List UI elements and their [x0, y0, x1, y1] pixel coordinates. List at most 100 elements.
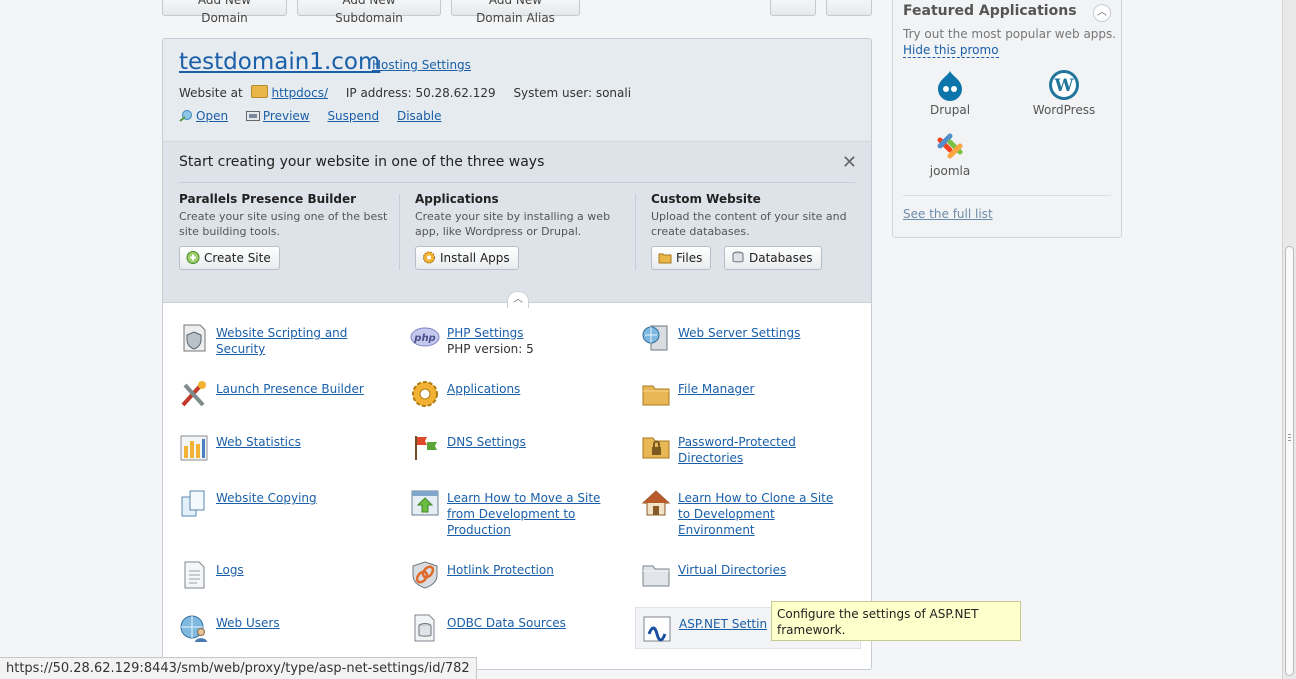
hide-promo-link[interactable]: Hide this promo: [903, 43, 999, 58]
database-icon: [414, 614, 435, 642]
tool-label[interactable]: PHP Settings: [447, 325, 617, 341]
hosting-settings-link[interactable]: Hosting Settings: [372, 58, 471, 72]
app-joomla[interactable]: joomla: [905, 130, 995, 178]
tool-label[interactable]: Web Statistics: [216, 434, 386, 450]
divider: [179, 182, 855, 183]
flags-icon: [415, 436, 437, 460]
divider: [635, 194, 636, 270]
tool-label[interactable]: Learn How to Move a Site from Developmen…: [447, 490, 617, 538]
wordpress-icon: W: [1049, 70, 1079, 100]
website-at-label: Website at: [179, 86, 243, 100]
collapse-icon[interactable]: ︿: [507, 291, 529, 308]
databases-label: Databases: [749, 251, 813, 265]
tool-label[interactable]: Website Scripting and Security: [216, 325, 386, 357]
featured-title: Featured Applications: [903, 3, 1077, 19]
tool-label[interactable]: DNS Settings: [447, 434, 617, 450]
install-apps-button[interactable]: Install Apps: [415, 246, 519, 270]
column-title: Parallels Presence Builder: [179, 192, 357, 206]
create-site-label: Create Site: [204, 251, 271, 265]
tool-label[interactable]: Virtual Directories: [678, 562, 848, 578]
joomla-icon: [937, 133, 963, 159]
aspnet-icon: [643, 616, 671, 642]
column-desc: Upload the content of your site and crea…: [651, 210, 847, 238]
server-icon: [642, 325, 668, 351]
gear-icon: [423, 251, 435, 264]
more-button[interactable]: [770, 0, 816, 16]
upload-icon: [411, 490, 439, 516]
custom-website-column: Custom Website Upload the content of you…: [651, 192, 861, 239]
tool-label[interactable]: Web Users: [216, 615, 386, 631]
preview-link[interactable]: Preview: [263, 109, 310, 123]
divider: [399, 194, 400, 270]
close-icon[interactable]: ✕: [842, 152, 857, 173]
start-creating-section: Start creating your website in one of th…: [163, 142, 871, 303]
create-site-icon: [186, 251, 200, 264]
system-user: System user: sonali: [513, 86, 632, 100]
domain-name-link[interactable]: testdomain1.com: [179, 49, 380, 75]
tool-label[interactable]: Hotlink Protection: [447, 562, 617, 578]
featured-applications-panel: Featured Applications ︿ Try out the most…: [892, 0, 1122, 238]
house-icon: [641, 490, 671, 516]
applications-column: Applications Create your site by install…: [415, 192, 625, 239]
folder-icon: [250, 85, 268, 98]
status-bar-url: https://50.28.62.129:8443/smb/web/proxy/…: [0, 657, 477, 679]
gear-icon: [412, 381, 438, 407]
svg-text:W: W: [1053, 76, 1074, 96]
tool-label[interactable]: ODBC Data Sources: [447, 615, 617, 631]
tool-label[interactable]: Learn How to Clone a Site to Development…: [678, 490, 848, 538]
app-label: joomla: [929, 164, 971, 178]
start-title: Start creating your website in one of th…: [179, 154, 545, 170]
databases-button[interactable]: Databases: [724, 246, 822, 270]
search-button[interactable]: [826, 0, 872, 16]
add-new-domain-button[interactable]: Add New Domain: [162, 0, 287, 25]
php-version: PHP version: 5: [447, 342, 534, 356]
app-label: Drupal: [929, 103, 971, 117]
see-full-list-link[interactable]: See the full list: [903, 207, 993, 221]
tool-label[interactable]: Web Server Settings: [678, 325, 848, 341]
domain-header: testdomain1.com Hosting Settings Website…: [163, 39, 871, 142]
tool-label[interactable]: Logs: [216, 562, 386, 578]
virtual-folder-icon: [642, 565, 670, 587]
tool-label[interactable]: File Manager: [678, 381, 848, 397]
vertical-scrollbar[interactable]: [1282, 0, 1296, 679]
svg-text:php: php: [413, 333, 435, 344]
suspend-link[interactable]: Suspend: [327, 109, 379, 123]
collapse-icon[interactable]: ︿: [1093, 4, 1111, 22]
open-icon: [179, 110, 192, 122]
tools-icon: [181, 381, 206, 407]
disable-link[interactable]: Disable: [397, 109, 442, 123]
drupal-icon: [938, 71, 962, 101]
copy-icon: [181, 490, 205, 517]
tool-label[interactable]: Password-Protected Directories: [678, 434, 848, 466]
preview-action[interactable]: Preview: [245, 109, 314, 123]
tool-label[interactable]: Launch Presence Builder: [216, 381, 386, 397]
open-link[interactable]: Open: [196, 109, 228, 123]
site-info: Website at httpdocs/ IP address: 50.28.6…: [179, 85, 631, 100]
add-new-subdomain-button[interactable]: Add New Subdomain: [297, 0, 441, 25]
chain-shield-icon: [412, 561, 438, 589]
tool-label[interactable]: Website Copying: [216, 490, 386, 506]
domain-actions: Open Preview Suspend Disable: [179, 109, 455, 123]
app-drupal[interactable]: Drupal: [905, 69, 995, 117]
folder-icon: [642, 385, 670, 406]
web-users-icon: [180, 615, 207, 642]
add-new-domain-alias-button[interactable]: Add New Domain Alias: [451, 0, 580, 25]
files-button[interactable]: Files: [651, 246, 712, 270]
app-wordpress[interactable]: W WordPress: [1019, 69, 1109, 117]
app-label: WordPress: [1032, 103, 1096, 117]
files-label: Files: [676, 251, 703, 265]
install-apps-label: Install Apps: [440, 251, 510, 265]
aspnet-tooltip: Configure the settings of ASP.NET framew…: [771, 601, 1021, 641]
log-icon: [184, 561, 205, 589]
scrollbar-thumb[interactable]: [1285, 246, 1294, 676]
php-icon: php: [410, 327, 440, 347]
shield-doc-icon: [183, 324, 206, 352]
column-desc: Create your site by installing a web app…: [415, 210, 611, 238]
tool-label[interactable]: Applications: [447, 381, 617, 397]
domain-panel: testdomain1.com Hosting Settings Website…: [162, 38, 872, 670]
docroot-link[interactable]: httpdocs/: [272, 86, 328, 100]
create-site-button[interactable]: Create Site: [179, 246, 280, 270]
column-desc: Create your site using one of the best s…: [179, 210, 388, 238]
open-action[interactable]: Open: [179, 109, 232, 123]
locked-folder-icon: [642, 437, 670, 459]
